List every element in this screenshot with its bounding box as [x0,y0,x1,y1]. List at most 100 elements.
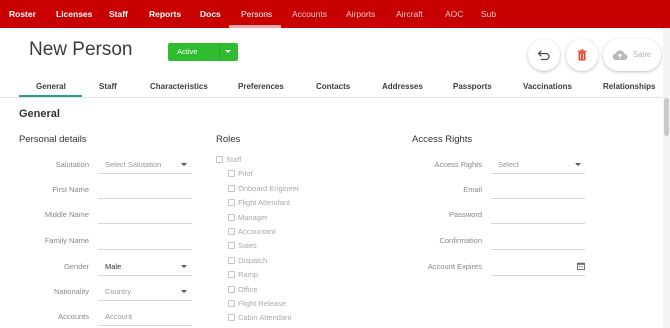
tab-contacts[interactable]: Contacts [316,82,350,91]
nav-item-sub[interactable]: Sub [481,0,496,28]
checkbox-box [228,271,235,278]
checkbox-box [228,257,235,264]
account-expires-underline [491,275,585,276]
roles-heading: Roles [216,134,241,145]
active-nav-indicator [229,25,281,28]
top-navigation: Roster Licenses Staff Reports Docs Perso… [0,0,670,28]
chevron-down-icon [575,163,581,166]
account-expires-label: Account Expires [427,262,482,271]
password-label: Password [449,210,482,219]
tab-passports[interactable]: Passports [453,82,492,91]
role-label: Accountant [238,227,276,236]
save-button[interactable]: Save [603,39,661,71]
nav-item-airports[interactable]: Airports [346,0,375,28]
password-underline [491,223,585,224]
checkbox-box [216,156,223,163]
gender-underline [98,275,192,276]
chevron-down-icon [181,265,187,268]
nav-item-aircraft[interactable]: Aircraft [396,0,423,28]
calendar-icon[interactable] [577,262,585,270]
middle-name-underline [98,223,192,224]
nationality-value: Country [105,287,132,296]
access-rights-underline [491,173,585,174]
active-tab-indicator [19,95,82,97]
save-label: Save [633,50,652,59]
first-name-underline [98,198,192,199]
nationality-label: Nationality [53,287,89,296]
accounts-underline [98,325,192,326]
status-divider [219,43,220,61]
tab-staff[interactable]: Staff [99,82,117,91]
role-label: Sales [238,241,257,250]
trash-icon [577,49,587,61]
checkbox-box [228,199,235,206]
checkbox-box [228,286,235,293]
first-name-label: First Name [52,185,89,194]
checkbox-box [228,228,235,235]
checkbox-box [228,214,235,221]
access-rights-heading: Access Rights [412,134,473,145]
email-label: Email [463,185,482,194]
cloud-upload-icon [612,50,628,61]
status-value: Active [177,47,198,56]
middle-name-label: Middle Name [44,210,89,219]
nationality-underline [98,300,192,301]
confirmation-underline [491,249,585,250]
role-label: Onboard Engineer [238,184,300,193]
salutation-value: Select Salutation [105,160,162,169]
tab-bar: General Staff Characteristics Preference… [0,76,670,98]
accounts-value: Account [105,312,133,321]
nav-item-licenses[interactable]: Licenses [56,0,92,28]
role-label: Flight Release [238,299,286,308]
access-rights-value: Select [498,160,519,169]
chevron-down-icon [181,290,187,293]
page-title: New Person [29,39,133,60]
accounts-label: Accounts [58,312,89,321]
scrollbar-thumb[interactable] [664,98,669,136]
access-rights-label: Access Rights [434,160,482,169]
nav-item-persons[interactable]: Persons [241,0,272,28]
checkbox-box [228,314,235,321]
gender-label: Gender [63,262,89,271]
nav-item-docs[interactable]: Docs [200,0,221,28]
checkbox-box [228,300,235,307]
family-name-underline [98,249,192,250]
role-label: Ramp [238,270,259,279]
confirmation-label: Confirmation [439,236,482,245]
role-label: Pilot [238,169,253,178]
nav-item-staff[interactable]: Staff [109,0,128,28]
email-underline [491,198,585,199]
tab-addresses[interactable]: Addresses [382,82,423,91]
scrollbar-track[interactable] [663,28,670,328]
personal-details-heading: Personal details [19,134,87,145]
nav-item-aoc[interactable]: AOC [445,0,463,28]
status-dropdown[interactable]: Active [168,43,238,61]
role-label: Cabin Attendant [238,313,292,322]
tab-relationships[interactable]: Relationships [603,82,655,91]
delete-button[interactable] [566,39,598,71]
tab-preferences[interactable]: Preferences [238,82,284,91]
tab-divider [0,97,662,98]
tab-vaccinations[interactable]: Vaccinations [523,82,572,91]
role-label: Manager [238,213,268,222]
role-label: Office [238,285,258,294]
nav-item-roster[interactable]: Roster [9,0,36,28]
chevron-down-icon [225,50,231,53]
salutation-label: Salutation [55,160,89,169]
nav-item-reports[interactable]: Reports [149,0,181,28]
role-label: Flight Attendant [238,198,291,207]
undo-button[interactable] [528,39,560,71]
undo-icon [537,50,550,61]
salutation-underline [98,173,192,174]
gender-value: Male [105,262,122,271]
nav-item-accounts[interactable]: Accounts [292,0,327,28]
family-name-label: Family Name [44,236,89,245]
role-label: Staff [226,155,242,164]
checkbox-box [228,185,235,192]
checkbox-box [228,170,235,177]
tab-general[interactable]: General [36,82,66,91]
section-title: General [19,108,60,120]
chevron-down-icon [181,163,187,166]
checkbox-box [228,242,235,249]
tab-characteristics[interactable]: Characteristics [150,82,208,91]
